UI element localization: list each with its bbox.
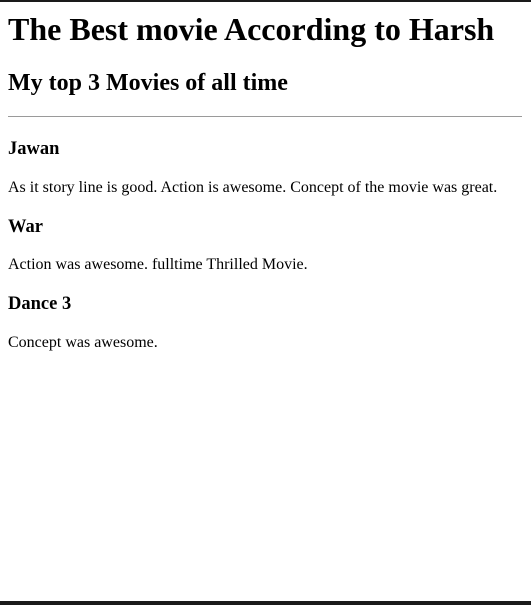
page-title: The Best movie According to Harsh (8, 11, 495, 47)
page-subtitle: My top 3 Movies of all time (8, 70, 288, 96)
movie-title: Jawan (8, 139, 60, 159)
movie-review: As it story line is good. Action is awes… (8, 179, 498, 196)
page: The Best movie According to Harsh My top… (0, 2, 531, 601)
movie-title: War (8, 217, 43, 237)
movie-review: Action was awesome. fulltime Thrilled Mo… (8, 256, 308, 273)
divider (8, 116, 522, 117)
movie-review: Concept was awesome. (8, 334, 158, 351)
movie-title: Dance 3 (8, 294, 72, 314)
